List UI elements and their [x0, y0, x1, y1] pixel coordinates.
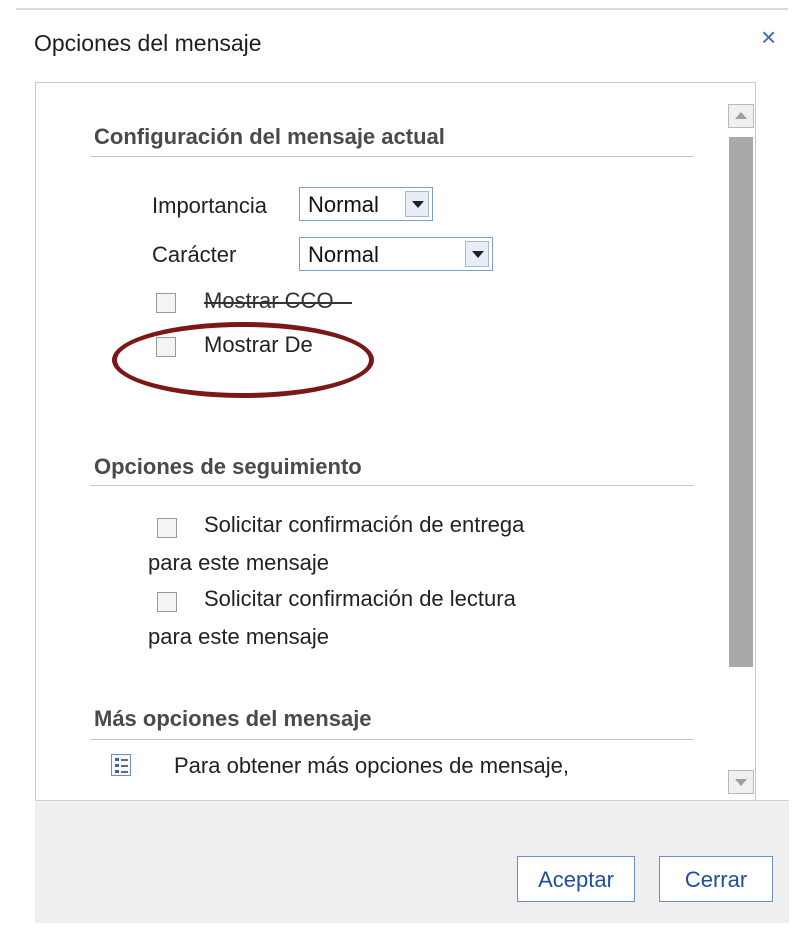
section-title-tracking: Opciones de seguimiento: [94, 454, 362, 479]
show-bcc-checkbox[interactable]: [156, 293, 176, 313]
delivery-receipt-label-cont: para este mensaje: [148, 550, 329, 575]
section-divider: [90, 739, 694, 740]
read-receipt-checkbox[interactable]: [157, 592, 177, 612]
top-divider: [16, 8, 788, 10]
show-from-label: Mostrar De: [204, 332, 313, 357]
character-select[interactable]: Normal: [299, 237, 493, 271]
vertical-scrollbar[interactable]: [727, 104, 754, 794]
character-label: Carácter: [152, 242, 237, 267]
character-value: Normal: [308, 242, 379, 267]
accept-button[interactable]: Aceptar: [517, 856, 635, 902]
chevron-down-icon[interactable]: [465, 241, 489, 267]
delivery-receipt-checkbox[interactable]: [157, 518, 177, 538]
chevron-down-icon[interactable]: [405, 191, 429, 217]
show-bcc-label: Mostrar CCO: [204, 288, 334, 313]
dialog-title: Opciones del mensaje: [34, 30, 262, 56]
section-title-current-message: Configuración del mensaje actual: [94, 124, 445, 149]
delivery-receipt-label: Solicitar confirmación de entrega: [204, 512, 525, 537]
read-receipt-label: Solicitar confirmación de lectura: [204, 586, 516, 611]
show-from-checkbox[interactable]: [156, 337, 176, 357]
importance-value: Normal: [308, 192, 379, 217]
strike-line: [204, 302, 352, 304]
scroll-down-icon[interactable]: [728, 770, 754, 794]
scroll-thumb[interactable]: [729, 137, 753, 667]
section-divider: [90, 485, 694, 486]
list-icon: [111, 754, 131, 776]
close-button[interactable]: Cerrar: [659, 856, 773, 902]
section-title-more-options: Más opciones del mensaje: [94, 706, 372, 731]
more-options-text: Para obtener más opciones de mensaje,: [174, 753, 570, 778]
close-icon[interactable]: ×: [761, 22, 776, 53]
importance-select[interactable]: Normal: [299, 187, 433, 221]
importance-label: Importancia: [152, 193, 267, 218]
blank-area: [430, 322, 582, 480]
read-receipt-label-cont: para este mensaje: [148, 624, 329, 649]
section-divider: [90, 156, 694, 157]
scroll-up-icon[interactable]: [728, 104, 754, 128]
